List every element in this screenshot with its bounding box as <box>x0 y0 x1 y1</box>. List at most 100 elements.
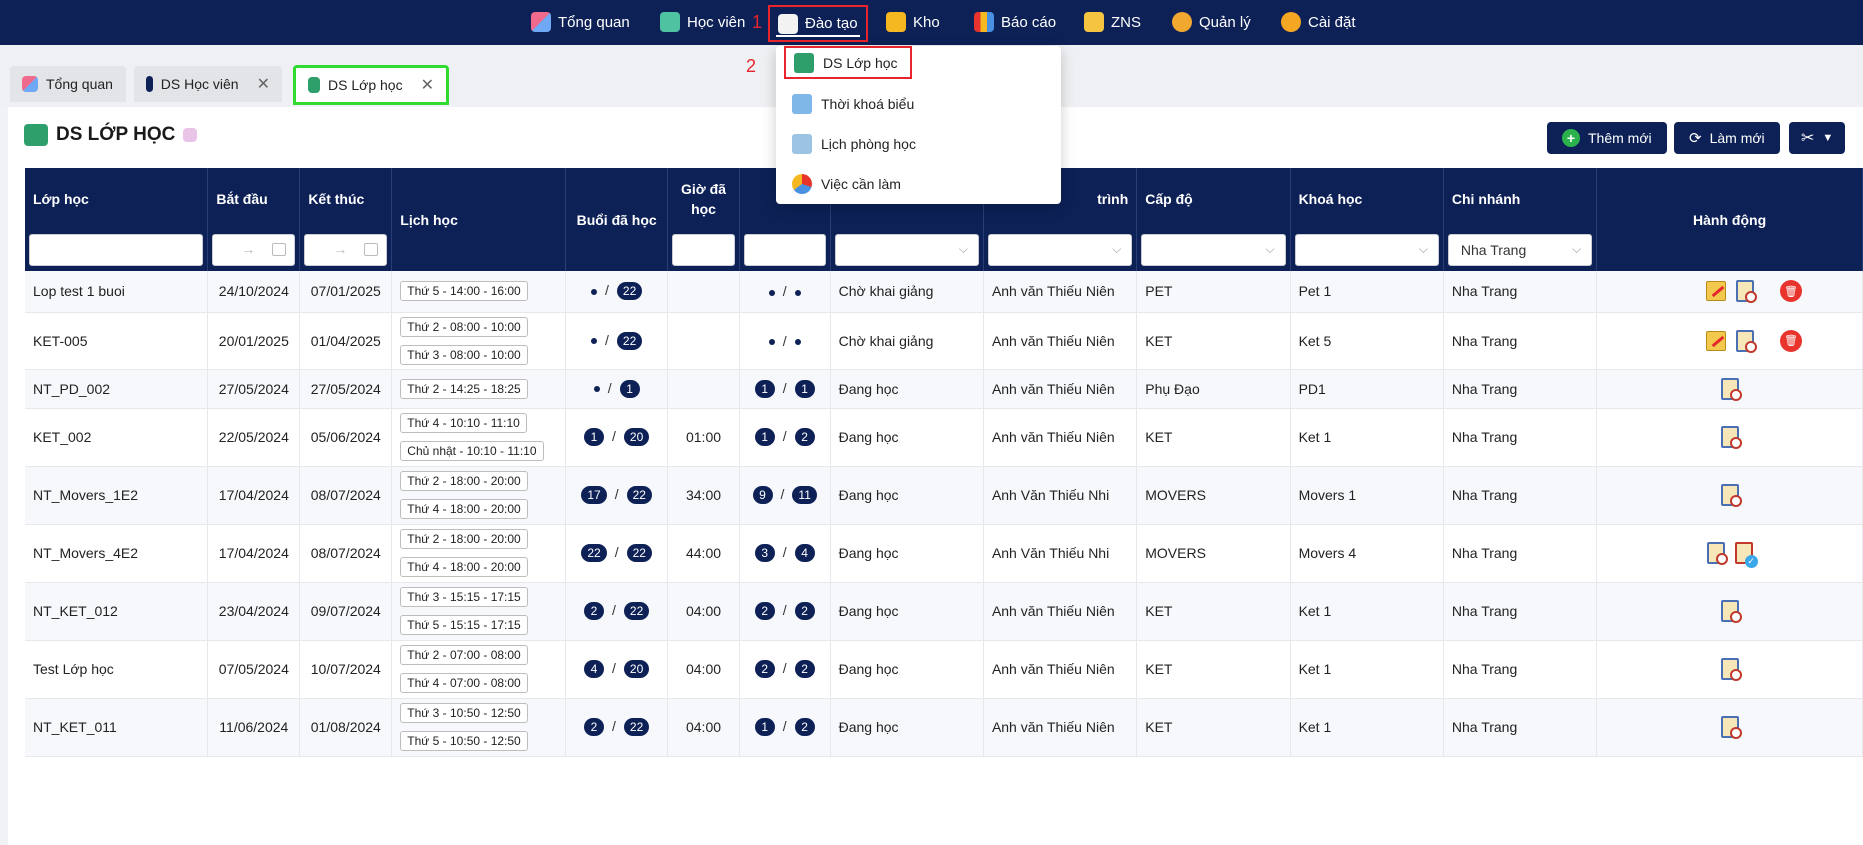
class-status: Chờ khai giảng <box>830 271 984 313</box>
hours-done: 04:00 <box>667 698 740 757</box>
slash: / <box>612 428 616 444</box>
training-board-icon <box>778 13 798 34</box>
view-detail-icon[interactable] <box>1720 426 1742 449</box>
sessions-filter[interactable] <box>743 234 826 266</box>
table-row[interactable]: KET_002 22/05/2024 05/06/2024 Thứ 4 - 10… <box>25 408 1863 467</box>
class-status: Đang học <box>830 524 984 583</box>
action-group <box>1605 377 1854 401</box>
count-badge: 3 <box>754 544 775 562</box>
table-row[interactable]: Test Lớp học 07/05/2024 10/07/2024 Thứ 2… <box>25 640 1863 699</box>
header-gio-da-hoc[interactable]: Giờ đã học <box>667 168 740 229</box>
actions-cell <box>1596 369 1863 409</box>
end-date-filter[interactable]: → <box>304 234 388 266</box>
empty-dot <box>591 337 598 344</box>
nav-label: Kho <box>913 13 940 31</box>
course: Ket 5 <box>1290 312 1444 370</box>
menu-item-thoi-khoa-bieu[interactable]: Thời khoá biểu <box>792 87 914 121</box>
nav-item-quan-ly[interactable]: Quản lý <box>1172 8 1251 36</box>
delete-icon[interactable]: 🗑 <box>1780 280 1802 303</box>
header-cap-do[interactable]: Cấp độ <box>1136 168 1291 229</box>
count-badge: 2 <box>584 602 605 620</box>
program: Anh văn Thiếu Niên <box>983 271 1138 313</box>
schedule-cell: Thứ 3 - 15:15 - 17:15 Thứ 5 - 15:15 - 17:… <box>391 582 567 641</box>
header-bat-dau[interactable]: Bắt đầu <box>207 168 301 229</box>
schedule-slot: Thứ 2 - 18:00 - 20:00 <box>400 471 528 491</box>
count-badge: 1 <box>754 718 775 736</box>
tab-tong-quan[interactable]: Tổng quan <box>10 66 126 102</box>
tools-menu-button[interactable]: ✂ ▼ <box>1789 122 1846 154</box>
slash: / <box>612 660 616 676</box>
table-row[interactable]: NT_PD_002 27/05/2024 27/05/2024 Thứ 2 - … <box>25 369 1863 409</box>
view-detail-icon[interactable] <box>1720 716 1742 739</box>
program-filter[interactable]: ⌵ <box>987 234 1133 266</box>
count-badge: 20 <box>623 660 650 678</box>
sessions-ratio: / <box>739 271 831 313</box>
table-row[interactable]: NT_Movers_1E2 17/04/2024 08/07/2024 Thứ … <box>25 466 1863 525</box>
view-detail-icon[interactable] <box>1720 377 1742 401</box>
schedule-cell: Thứ 3 - 10:50 - 12:50 Thứ 5 - 10:50 - 12:… <box>391 698 567 757</box>
attendance-check-icon[interactable] <box>1734 542 1758 568</box>
hours-done: 01:00 <box>667 408 740 467</box>
close-icon[interactable]: ✕ <box>421 75 434 95</box>
header-chi-nhanh[interactable]: Chi nhánh <box>1443 168 1598 229</box>
table-row[interactable]: Lop test 1 buoi 24/10/2024 07/01/2025 Th… <box>25 271 1863 313</box>
nav-label: Báo cáo <box>1001 13 1057 31</box>
table-row[interactable]: KET-005 20/01/2025 01/04/2025 Thứ 2 - 08… <box>25 312 1863 370</box>
class-status: Đang học <box>830 640 984 699</box>
menu-item-ds-lop-hoc[interactable]: DS Lớp học <box>784 46 912 79</box>
level-filter[interactable]: ⌵ <box>1141 234 1286 266</box>
header-ket-thuc[interactable]: Kết thúc <box>299 168 393 229</box>
filter-cell: Nha Trang ⌵ <box>1443 229 1598 271</box>
table-row[interactable]: NT_Movers_4E2 17/04/2024 08/07/2024 Thứ … <box>25 524 1863 583</box>
edit-icon[interactable] <box>1705 330 1726 351</box>
schedule-slot: Thứ 4 - 18:00 - 20:00 <box>400 557 528 577</box>
count-badge: 2 <box>794 428 815 446</box>
nav-item-cai-dat[interactable]: Cài đặt <box>1281 8 1356 36</box>
course-filter[interactable]: ⌵ <box>1294 234 1439 266</box>
class-name-filter[interactable] <box>29 234 204 266</box>
view-detail-icon[interactable] <box>1735 329 1757 353</box>
nav-item-dao-tao[interactable]: Đào tạo <box>768 5 868 42</box>
nav-item-zns[interactable]: ZNS <box>1084 8 1141 36</box>
header-khoa-hoc[interactable]: Khoá học <box>1290 168 1444 229</box>
tab-ds-lop-hoc[interactable]: DS Lớp học ✕ <box>293 65 449 105</box>
start-date: 17/04/2024 <box>207 466 301 525</box>
timetable-icon <box>792 94 812 114</box>
start-date-filter[interactable]: → <box>212 234 296 266</box>
class-name: NT_KET_011 <box>25 698 209 757</box>
hours-done: 44:00 <box>667 524 740 583</box>
table-row[interactable]: NT_KET_012 23/04/2024 09/07/2024 Thứ 3 -… <box>25 582 1863 641</box>
nav-item-hoc-vien[interactable]: Học viên <box>660 8 745 36</box>
hours-done <box>667 271 740 313</box>
view-detail-icon[interactable] <box>1720 600 1742 623</box>
branch-filter[interactable]: Nha Trang ⌵ <box>1447 234 1593 266</box>
close-icon[interactable]: ✕ <box>257 74 270 94</box>
actions-cell: 🗑 <box>1596 312 1863 370</box>
add-new-button[interactable]: + Thêm mới <box>1547 122 1667 154</box>
branch: Nha Trang <box>1443 466 1598 525</box>
nav-item-kho[interactable]: Kho <box>886 8 940 36</box>
delete-icon[interactable]: 🗑 <box>1780 329 1802 352</box>
actions-cell <box>1596 640 1863 699</box>
menu-item-lich-phong-hoc[interactable]: Lịch phòng học <box>792 127 916 161</box>
menu-item-viec-can-lam[interactable]: Việc cần làm <box>792 167 901 201</box>
slash: / <box>782 332 787 349</box>
view-detail-icon[interactable] <box>1706 542 1728 565</box>
branch-filter-value: Nha Trang <box>1460 242 1527 258</box>
slash: / <box>612 718 616 734</box>
nav-item-tong-quan[interactable]: Tổng quan <box>531 8 630 36</box>
view-detail-icon[interactable] <box>1720 658 1742 681</box>
branch: Nha Trang <box>1443 408 1598 467</box>
view-detail-icon[interactable] <box>1735 280 1757 304</box>
branch: Nha Trang <box>1443 698 1598 757</box>
edit-icon[interactable] <box>1705 281 1726 302</box>
table-row[interactable]: NT_KET_011 11/06/2024 01/08/2024 Thứ 3 -… <box>25 698 1863 757</box>
filter-cell <box>667 229 740 271</box>
hours-filter[interactable] <box>672 234 735 266</box>
status-filter[interactable]: ⌵ <box>834 234 979 266</box>
view-detail-icon[interactable] <box>1720 484 1742 507</box>
refresh-button[interactable]: ⟳ Làm mới <box>1674 122 1780 154</box>
header-lop-hoc[interactable]: Lớp học <box>25 168 209 229</box>
tab-ds-hoc-vien[interactable]: DS Học viên ✕ <box>134 66 282 102</box>
nav-item-bao-cao[interactable]: Báo cáo <box>974 8 1056 36</box>
